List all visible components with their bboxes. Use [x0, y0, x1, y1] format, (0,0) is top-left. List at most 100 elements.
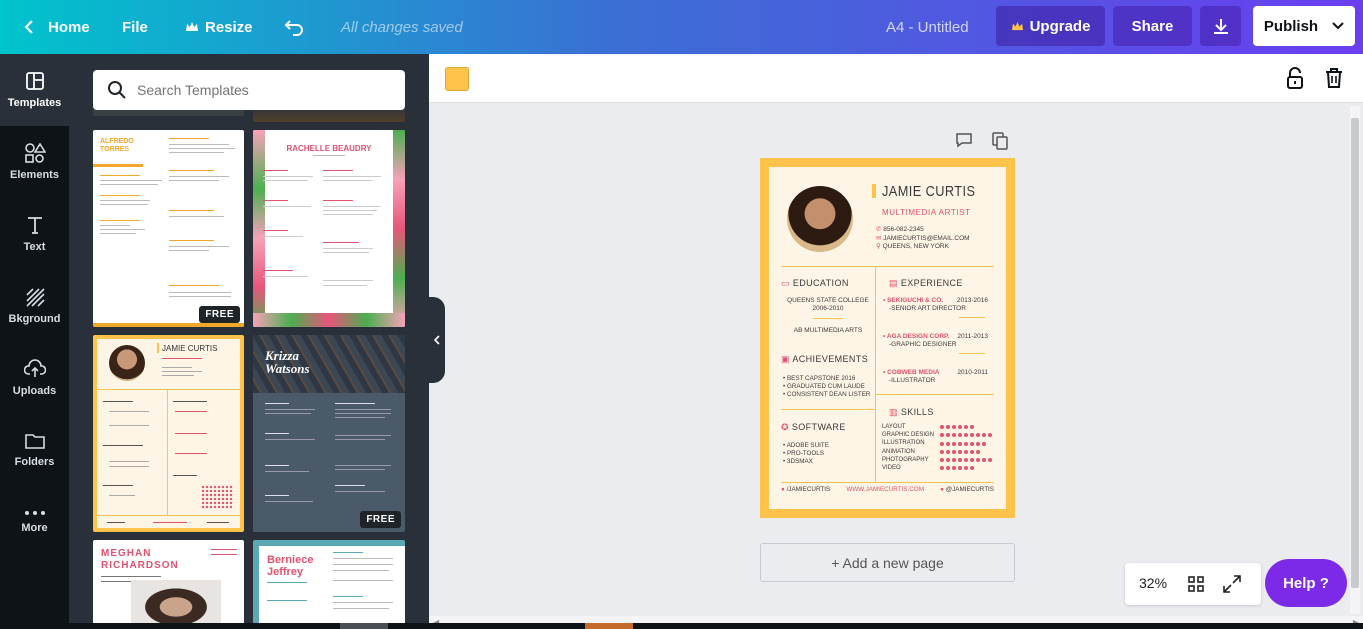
- template-search[interactable]: [93, 70, 405, 110]
- zoom-level[interactable]: 32%: [1139, 575, 1167, 591]
- scrollbar-thumb[interactable]: [1351, 118, 1359, 588]
- background-icon: [25, 288, 45, 307]
- free-badge: FREE: [360, 511, 401, 528]
- resize-button[interactable]: Resize: [185, 0, 253, 54]
- share-button[interactable]: Share: [1113, 6, 1192, 46]
- resume-name: JAMIE CURTIS: [882, 183, 976, 200]
- education-heading: ▭ EDUCATION: [781, 278, 849, 288]
- skill-dot: [952, 449, 956, 454]
- skill-level-dots: [940, 425, 992, 430]
- rail-item-uploads[interactable]: Uploads: [0, 342, 69, 414]
- skill-dot: [964, 457, 968, 462]
- collapse-panel-handle[interactable]: [429, 297, 445, 383]
- template-rachelle-beaudry[interactable]: RACHELLE BEAUDRY: [253, 130, 405, 327]
- skill-dot: [976, 441, 980, 446]
- rail-item-elements[interactable]: Elements: [0, 126, 69, 198]
- zoom-control: 32%: [1125, 563, 1261, 605]
- download-button[interactable]: [1200, 6, 1241, 46]
- delete-button[interactable]: [1323, 66, 1345, 90]
- skill-row: VIDEO: [882, 464, 996, 472]
- skill-level-dots: [940, 466, 992, 471]
- design-page[interactable]: JAMIE CURTIS MULTIMEDIA ARTIST ✆ 856-082…: [760, 158, 1015, 518]
- upgrade-button[interactable]: Upgrade: [996, 6, 1105, 46]
- skill-level-dots: [940, 449, 992, 454]
- templates-panel: ALFREDOTORRES FREE RACHELLE BEAU: [69, 54, 429, 629]
- comment-button[interactable]: [955, 132, 975, 150]
- fullscreen-button[interactable]: [1223, 575, 1241, 598]
- search-input[interactable]: [137, 82, 387, 98]
- software-heading: ✪ SOFTWARE: [781, 422, 846, 432]
- undo-button[interactable]: [284, 0, 306, 54]
- rail-label: More: [21, 522, 48, 534]
- skills-list: LAYOUT GRAPHIC DESIGN ILLUSTRATION ANIMATIO…: [882, 423, 996, 472]
- skill-dot: [964, 441, 968, 446]
- help-button[interactable]: Help ?: [1265, 559, 1347, 607]
- skill-dot: [952, 441, 956, 446]
- template-name: MEGHAN RICHARDSON: [101, 548, 179, 571]
- facebook-icon: ●: [781, 486, 785, 493]
- publish-button[interactable]: Publish: [1253, 6, 1355, 46]
- skill-dot: [982, 466, 986, 470]
- skill-dot: [946, 441, 950, 446]
- editor-toolbar: [429, 54, 1363, 103]
- skill-row: LAYOUT: [882, 423, 996, 431]
- skill-dot: [940, 449, 944, 454]
- rail-item-more[interactable]: More: [0, 486, 69, 558]
- template-alfredo-torres[interactable]: ALFREDO TORRES FREE: [93, 130, 244, 327]
- skill-dot: [976, 425, 980, 429]
- rail-item-templates[interactable]: Templates: [0, 54, 69, 126]
- rail-item-folders[interactable]: Folders: [0, 414, 69, 486]
- rail-item-text[interactable]: Text: [0, 198, 69, 270]
- phone-icon: ✆: [876, 226, 882, 233]
- skill-row: ILLUSTRATION: [882, 439, 996, 447]
- rail-item-background[interactable]: Bkground: [0, 270, 69, 342]
- unlock-button[interactable]: [1284, 66, 1306, 90]
- chevron-left-icon: [433, 335, 440, 345]
- skill-dot: [958, 466, 962, 471]
- skill-dot: [946, 449, 950, 454]
- skill-label: LAYOUT: [882, 424, 906, 430]
- rail-label: Elements: [10, 169, 59, 181]
- crown-icon: [1011, 21, 1023, 30]
- skill-dot: [988, 457, 992, 462]
- duplicate-page-button[interactable]: [992, 132, 1010, 150]
- more-icon: [24, 511, 45, 515]
- chart-icon: ▥: [889, 407, 898, 417]
- template-krizza-watsons[interactable]: Krizza Watsons FREE: [253, 335, 405, 532]
- skill-dot: [940, 433, 944, 438]
- editor-canvas: JAMIE CURTIS MULTIMEDIA ARTIST ✆ 856-082…: [429, 54, 1363, 629]
- skill-label: GRAPHIC DESIGN: [882, 432, 935, 439]
- location-icon: ⚲: [876, 243, 881, 250]
- color-swatch[interactable]: [445, 67, 469, 91]
- template-berniece-jeffrey[interactable]: Berniece Jeffrey: [253, 540, 405, 629]
- skills-heading: ▥ SKILLS: [889, 407, 934, 417]
- experience-heading: ▤ EXPERIENCE: [889, 278, 963, 288]
- vertical-scrollbar[interactable]: [1350, 106, 1360, 614]
- expand-icon: [1223, 575, 1241, 593]
- file-label: File: [122, 18, 148, 36]
- template-icon: [25, 72, 44, 90]
- skill-label: PHOTOGRAPHY: [882, 456, 929, 463]
- publish-label: Publish: [1263, 17, 1319, 35]
- bottom-strip: [0, 623, 1363, 629]
- skill-dot: [946, 425, 950, 430]
- copy-icon: [992, 132, 1008, 150]
- document-title[interactable]: A4 - Untitled: [886, 0, 969, 54]
- text-icon: [27, 217, 42, 234]
- template-jamie-curtis[interactable]: JAMIE CURTIS: [93, 335, 244, 532]
- grid-view-button[interactable]: [1188, 576, 1204, 597]
- home-button[interactable]: Home: [22, 0, 90, 54]
- software-list: • ADOBE SUITE • PRO-TOOLS • 3DSMAX: [783, 442, 829, 466]
- skill-dot: [988, 450, 992, 454]
- unlock-icon: [1287, 67, 1303, 89]
- skill-dot: [958, 449, 962, 454]
- download-icon: [1213, 19, 1228, 34]
- skill-dot: [946, 466, 950, 471]
- add-page-button[interactable]: + Add a new page: [760, 543, 1015, 582]
- skill-dot: [952, 433, 956, 438]
- free-badge: FREE: [199, 306, 240, 323]
- template-meghan-richardson[interactable]: MEGHAN RICHARDSON: [93, 540, 244, 629]
- file-menu-button[interactable]: File: [122, 0, 148, 54]
- trash-icon: [1326, 68, 1342, 88]
- skill-dot: [988, 466, 992, 470]
